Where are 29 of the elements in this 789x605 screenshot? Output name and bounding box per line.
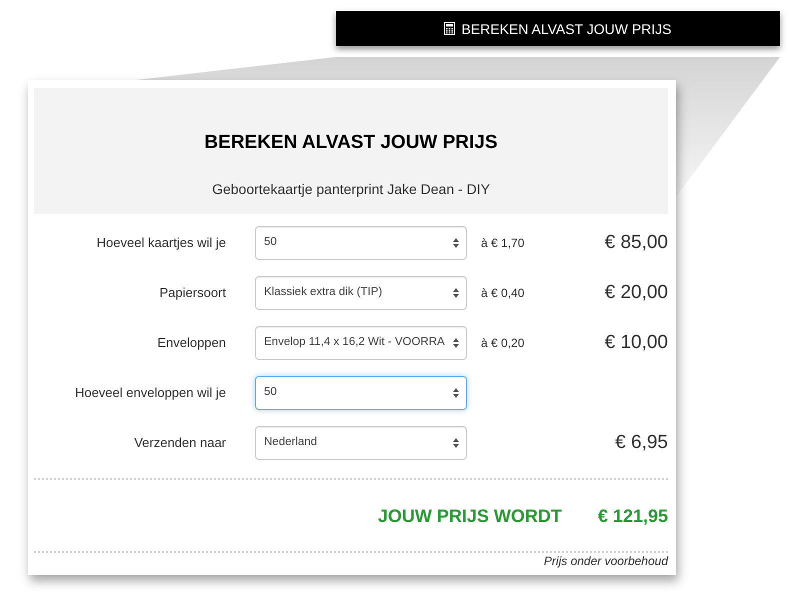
line-amount: € 6,95 <box>615 432 668 454</box>
card-title: BEREKEN ALVAST JOUW PRIJS <box>204 132 498 154</box>
total-label: JOUW PRIJS WORDT <box>378 504 562 526</box>
line-amount: € 20,00 <box>604 282 668 304</box>
unit-price: à € 1,70 <box>481 236 524 250</box>
sort-caret-icon <box>453 288 459 298</box>
field-label: Papiersoort <box>158 285 226 301</box>
sort-caret-icon <box>453 338 459 348</box>
line-amount: € 10,00 <box>604 332 668 354</box>
select-field[interactable]: Envelop 11,4 x 16,2 Wit - VOORRA <box>255 326 467 360</box>
select-field[interactable]: Klassiek extra dik (TIP) <box>255 276 467 310</box>
sort-caret-icon <box>453 438 459 448</box>
line-amount: € 85,00 <box>604 232 668 254</box>
unit-price: à € 0,40 <box>481 286 524 300</box>
select-field[interactable]: 50 <box>255 226 467 260</box>
sort-caret-icon <box>453 388 459 398</box>
disclaimer-note: Prijs onder voorbehoud <box>544 554 668 569</box>
product-subtitle: Geboortekaartje panterprint Jake Dean - DIY <box>212 180 490 198</box>
banner-title: BEREKEN ALVAST JOUW PRIJS <box>461 20 672 38</box>
field-label: Hoeveel enveloppen wil je <box>74 385 226 401</box>
calculator-icon <box>444 22 456 35</box>
sort-caret-icon <box>453 238 459 248</box>
field-label: Enveloppen <box>156 335 226 351</box>
field-label: Verzenden naar <box>133 435 226 451</box>
select-field[interactable]: Nederland <box>255 426 467 460</box>
field-label: Hoeveel kaartjes wil je <box>96 235 226 251</box>
unit-price: à € 0,20 <box>481 336 524 350</box>
select-field[interactable]: 50 <box>255 376 467 410</box>
total-amount: € 121,95 <box>598 504 668 526</box>
